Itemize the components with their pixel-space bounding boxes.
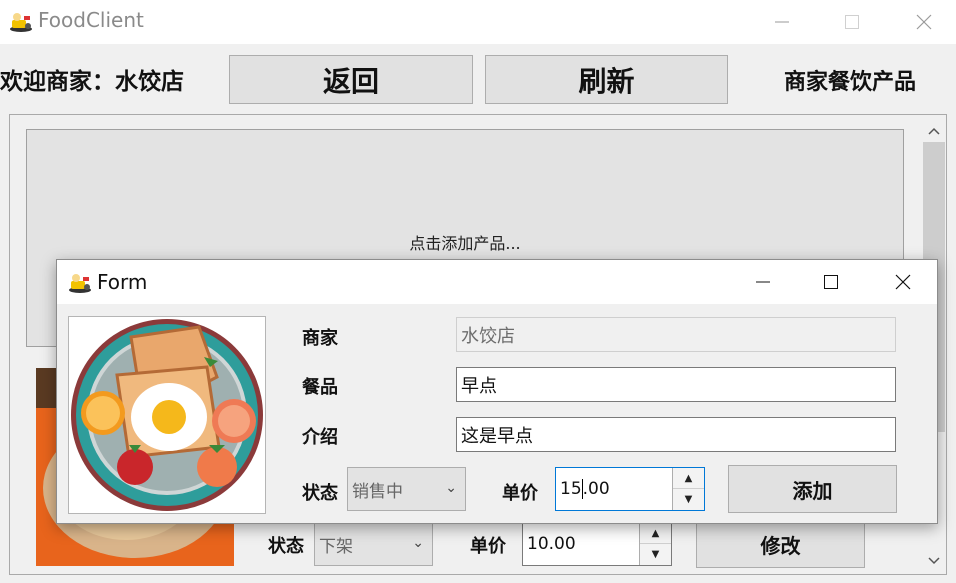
dialog-price-value: 15.00 bbox=[560, 479, 610, 499]
modify-button[interactable]: 修改 bbox=[696, 520, 865, 568]
scroll-up-button[interactable] bbox=[922, 119, 946, 143]
dialog-status-value: 销售中 bbox=[352, 481, 403, 502]
food-name-value: 早点 bbox=[461, 375, 497, 397]
product-status-select[interactable]: 下架 ⌄ bbox=[314, 522, 433, 566]
minimize-button[interactable] bbox=[764, 8, 800, 36]
intro-value: 这是早点 bbox=[461, 425, 533, 447]
dialog-minimize-button[interactable] bbox=[745, 268, 781, 296]
dialog-price-decrement-button[interactable]: ▼ bbox=[673, 489, 704, 510]
dialog-close-button[interactable] bbox=[885, 268, 921, 296]
food-image-picker[interactable] bbox=[68, 316, 266, 514]
intro-input[interactable]: 这是早点 bbox=[456, 417, 896, 452]
product-status-label: 状态 bbox=[268, 536, 304, 557]
form-dialog: Form 商家 水饺店 餐品 早点 介绍 这是早点 状态 销售中 ⌄ 单价 15… bbox=[56, 259, 938, 524]
add-product-prompt: 点击添加产品... bbox=[409, 234, 521, 253]
welcome-label: 欢迎商家：水饺店 bbox=[0, 68, 184, 95]
dialog-maximize-button[interactable] bbox=[813, 268, 849, 296]
product-price-value: 10.00 bbox=[527, 534, 576, 554]
scroll-down-button[interactable] bbox=[922, 549, 946, 573]
chevron-up-icon bbox=[928, 127, 940, 135]
food-name-input[interactable]: 早点 bbox=[456, 367, 896, 402]
merchant-value: 水饺店 bbox=[461, 325, 515, 347]
product-status-value: 下架 bbox=[319, 536, 353, 557]
dialog-price-stepper[interactable]: 15.00 ▲ ▼ bbox=[555, 467, 705, 511]
minimize-icon bbox=[775, 21, 789, 23]
product-price-stepper[interactable]: 10.00 ▲ ▼ bbox=[522, 522, 672, 566]
chevron-down-icon: ⌄ bbox=[412, 535, 424, 551]
main-titlebar: FoodClient bbox=[0, 0, 956, 44]
price-decrement-button[interactable]: ▼ bbox=[640, 544, 671, 565]
merchant-label: 商家 bbox=[302, 328, 338, 349]
food-app-icon bbox=[10, 13, 32, 32]
close-button[interactable] bbox=[906, 8, 942, 36]
dialog-status-select[interactable]: 销售中 ⌄ bbox=[347, 467, 466, 511]
close-icon bbox=[916, 14, 932, 30]
section-title: 商家餐饮产品 bbox=[784, 69, 917, 95]
food-name-label: 餐品 bbox=[302, 377, 338, 398]
back-button[interactable]: 返回 bbox=[229, 55, 473, 104]
app-title: FoodClient bbox=[38, 8, 144, 32]
add-button[interactable]: 添加 bbox=[728, 465, 897, 513]
chevron-down-icon bbox=[928, 557, 940, 565]
minimize-icon bbox=[756, 281, 770, 283]
intro-label: 介绍 bbox=[302, 427, 338, 448]
close-icon bbox=[895, 274, 911, 290]
price-increment-button[interactable]: ▲ bbox=[640, 523, 671, 544]
refresh-button[interactable]: 刷新 bbox=[485, 55, 728, 104]
dialog-title: Form bbox=[97, 270, 148, 294]
merchant-field: 水饺店 bbox=[456, 317, 896, 352]
maximize-icon bbox=[845, 15, 859, 29]
food-app-icon bbox=[69, 274, 91, 293]
product-price-label: 单价 bbox=[470, 536, 506, 557]
dialog-price-increment-button[interactable]: ▲ bbox=[673, 468, 704, 489]
breakfast-plate-image bbox=[71, 319, 263, 511]
dialog-titlebar: Form bbox=[57, 260, 937, 304]
dialog-status-label: 状态 bbox=[302, 483, 338, 504]
dialog-price-label: 单价 bbox=[502, 483, 538, 504]
maximize-button[interactable] bbox=[834, 8, 870, 36]
maximize-icon bbox=[824, 275, 838, 289]
chevron-down-icon: ⌄ bbox=[445, 480, 457, 496]
